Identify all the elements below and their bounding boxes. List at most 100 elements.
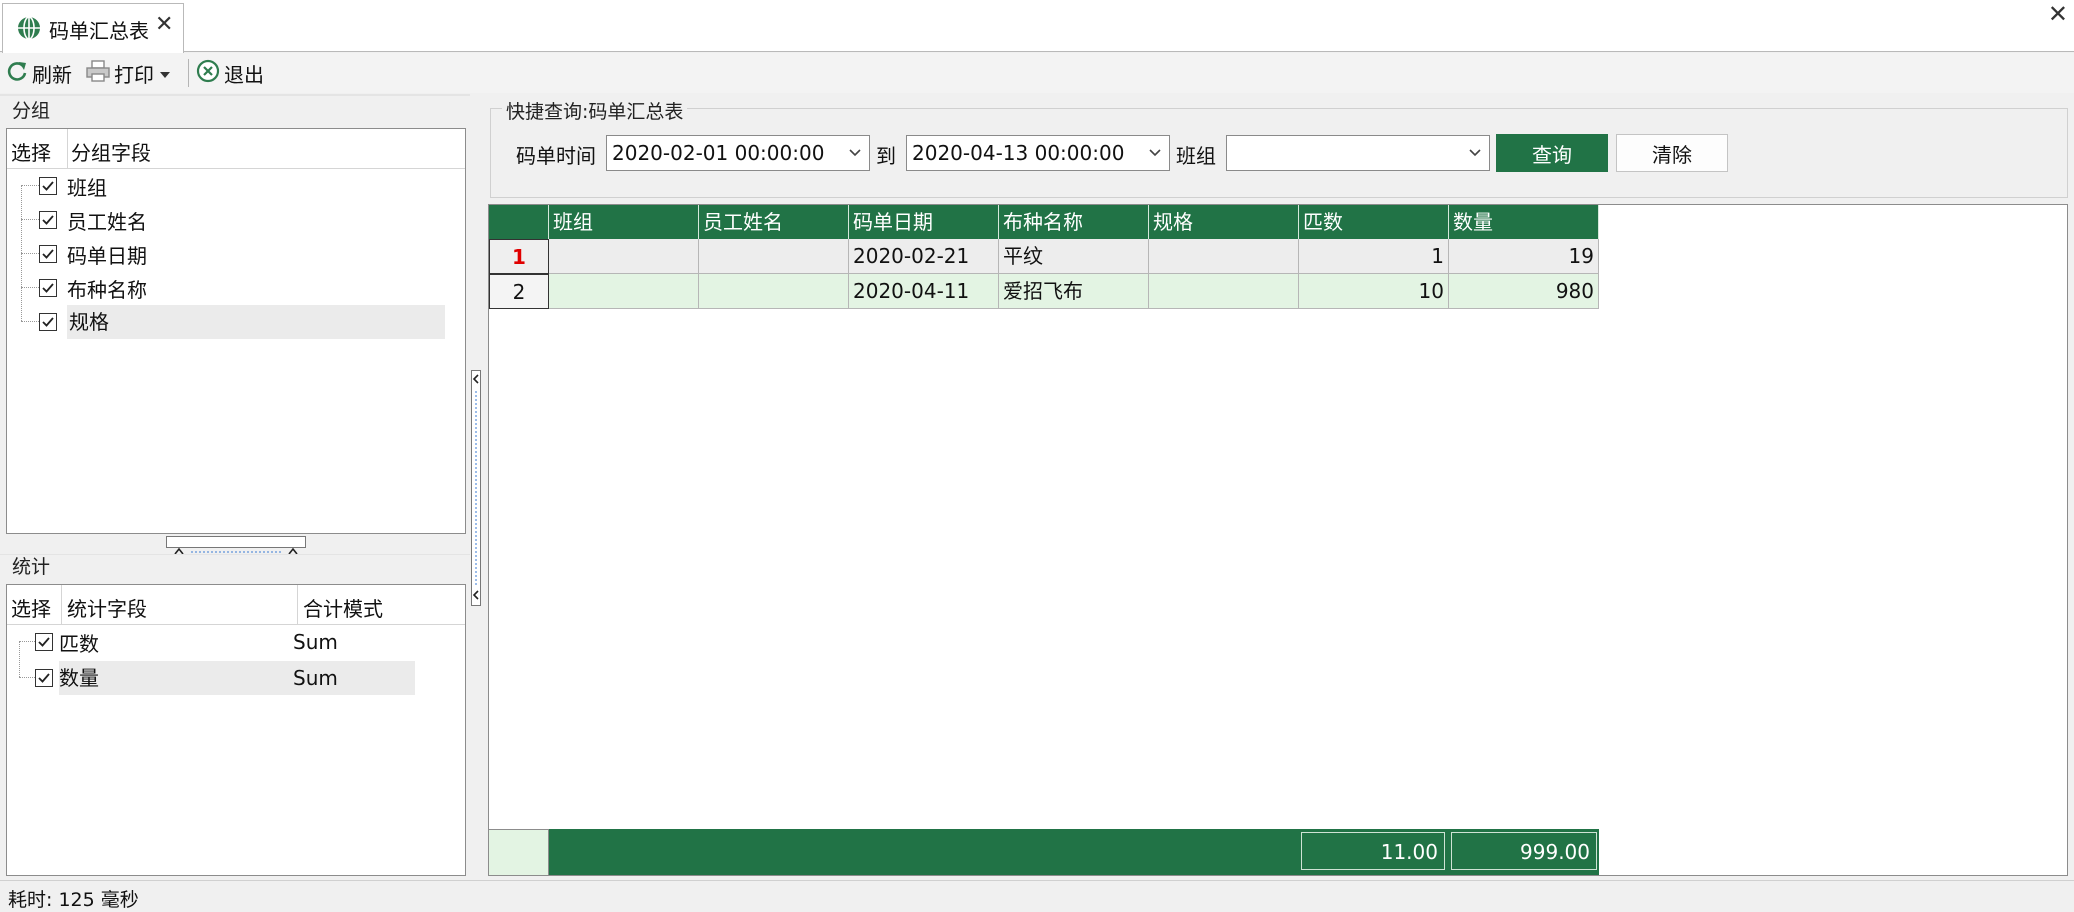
grid-cell[interactable]: 19: [1449, 239, 1599, 274]
group-item-employee[interactable]: 员工姓名: [39, 203, 453, 237]
team-select[interactable]: [1226, 135, 1490, 171]
exit-icon: [196, 59, 220, 88]
chevron-down-icon[interactable]: [1467, 136, 1483, 180]
grid-footer: 11.00 999.00: [549, 829, 1599, 875]
group-item-fabric[interactable]: 布种名称: [39, 271, 453, 305]
divider: [0, 554, 470, 555]
tab-title: 码单汇总表: [49, 19, 149, 43]
column-group-field: 分组字段: [71, 141, 151, 165]
grid-cell[interactable]: 2020-04-11: [849, 274, 999, 309]
collapse-left-icon[interactable]: [471, 370, 481, 606]
tree-line: [21, 321, 41, 322]
checkbox-icon[interactable]: [35, 633, 53, 651]
to-label: 到: [876, 144, 896, 168]
grid-cell[interactable]: [1149, 239, 1299, 274]
grid-header-fabric[interactable]: 布种名称: [999, 205, 1149, 239]
collapse-up-icon[interactable]: [166, 536, 306, 555]
tree-line: [21, 253, 41, 254]
tree-line: [19, 677, 35, 678]
printer-icon: [86, 59, 110, 87]
tab-code-summary[interactable]: 码单汇总表 ✕: [2, 3, 184, 53]
group-item-team[interactable]: 班组: [39, 169, 453, 203]
stats-item-mode: Sum: [293, 661, 415, 695]
column-stats-field: 统计字段: [67, 597, 147, 621]
stats-item-pieces[interactable]: 匹数 Sum: [35, 625, 425, 659]
group-panel-title: 分组: [12, 100, 51, 122]
elapsed-time: 耗时: 125 毫秒: [8, 889, 139, 911]
checkbox-icon[interactable]: [39, 245, 57, 263]
group-item-label: 员工姓名: [67, 209, 147, 234]
globe-icon: [17, 16, 41, 40]
chevron-down-icon[interactable]: [847, 136, 863, 180]
row-number[interactable]: 1: [489, 239, 549, 274]
column-select: 选择: [11, 597, 51, 621]
print-label: 打印: [114, 62, 154, 87]
grid-header-pieces[interactable]: 匹数: [1299, 205, 1449, 239]
tree-line: [21, 219, 41, 220]
column-sum-mode: 合计模式: [303, 597, 383, 621]
header-divider: [297, 585, 298, 625]
stats-item-label: 数量: [59, 661, 293, 695]
grid-cell[interactable]: [699, 274, 849, 309]
search-button[interactable]: 查询: [1496, 134, 1608, 172]
grid-header-employee[interactable]: 员工姓名: [699, 205, 849, 239]
group-tree-header: 选择 分组字段: [7, 129, 465, 169]
grid-header-spec[interactable]: 规格: [1149, 205, 1299, 239]
checkbox-icon[interactable]: [39, 177, 57, 195]
grid-cell[interactable]: 980: [1449, 274, 1599, 309]
grid-cell[interactable]: [699, 239, 849, 274]
quantity-total: 999.00: [1451, 832, 1597, 870]
clear-button[interactable]: 清除: [1616, 134, 1728, 172]
stats-item-quantity[interactable]: 数量 Sum: [35, 661, 425, 695]
exit-label: 退出: [224, 62, 264, 87]
divider: [0, 94, 470, 96]
date-range-label: 码单时间: [516, 144, 596, 168]
pieces-total: 11.00: [1301, 832, 1445, 870]
stats-field-tree: 选择 统计字段 合计模式 匹数 Sum 数量 Sum: [6, 584, 466, 876]
quick-query-title: 快捷查询:码单汇总表: [502, 97, 688, 124]
grid-corner: [489, 205, 549, 239]
date-from-value: 2020-02-01 00:00:00: [612, 141, 825, 165]
header-divider: [67, 129, 68, 169]
dropdown-arrow-icon[interactable]: [158, 61, 172, 85]
refresh-icon: [6, 60, 28, 87]
tree-line: [19, 641, 20, 677]
grid-header-date[interactable]: 码单日期: [849, 205, 999, 239]
checkbox-icon[interactable]: [39, 279, 57, 297]
toolbar: 刷新 打印 退出: [0, 53, 2074, 93]
grid-cell[interactable]: 1: [1299, 239, 1449, 274]
grid-cell[interactable]: [1149, 274, 1299, 309]
status-bar: 耗时: 125 毫秒: [0, 880, 2074, 912]
column-select: 选择: [11, 141, 51, 165]
tree-line: [19, 641, 35, 642]
grid-cell[interactable]: 平纹: [999, 239, 1149, 274]
checkbox-icon[interactable]: [39, 313, 57, 331]
grid-cell[interactable]: 2020-02-21: [849, 239, 999, 274]
group-item-label: 规格: [67, 305, 445, 339]
grid-header-quantity[interactable]: 数量: [1449, 205, 1599, 239]
refresh-label: 刷新: [32, 62, 72, 87]
grid-header-team[interactable]: 班组: [549, 205, 699, 239]
exit-button[interactable]: 退出: [196, 57, 264, 89]
date-from-picker[interactable]: 2020-02-01 00:00:00: [606, 135, 870, 171]
tree-line: [21, 287, 41, 288]
refresh-button[interactable]: 刷新: [6, 57, 72, 89]
stats-item-mode: Sum: [293, 630, 338, 654]
date-to-picker[interactable]: 2020-04-13 00:00:00: [906, 135, 1170, 171]
grid-cell[interactable]: [549, 239, 699, 274]
row-number[interactable]: 2: [489, 274, 549, 309]
grid-cell[interactable]: [549, 274, 699, 309]
checkbox-icon[interactable]: [35, 669, 53, 687]
stats-item-label: 匹数: [59, 631, 99, 656]
stats-tree-header: 选择 统计字段 合计模式: [7, 585, 465, 625]
grid-cell[interactable]: 10: [1299, 274, 1449, 309]
print-button[interactable]: 打印: [86, 57, 172, 89]
chevron-down-icon[interactable]: [1147, 136, 1163, 180]
tab-close-icon[interactable]: ✕: [155, 12, 173, 37]
checkbox-icon[interactable]: [39, 211, 57, 229]
group-item-date[interactable]: 码单日期: [39, 237, 453, 271]
group-item-label: 班组: [67, 175, 107, 200]
window-close-icon[interactable]: ✕: [2048, 0, 2068, 28]
grid-cell[interactable]: 爱招飞布: [999, 274, 1149, 309]
group-item-spec[interactable]: 规格: [39, 305, 453, 339]
